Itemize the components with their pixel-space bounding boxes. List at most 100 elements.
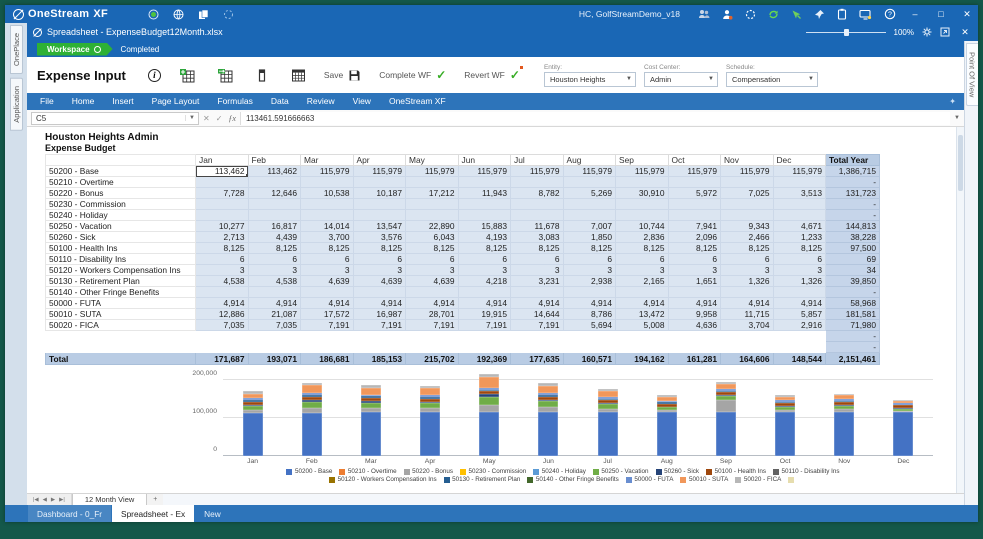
ribbon-tab-page-layout[interactable]: Page Layout: [143, 93, 209, 110]
cell[interactable]: 7,007: [562, 220, 616, 232]
cell[interactable]: 115,979: [300, 165, 354, 177]
minimize-button[interactable]: –: [908, 9, 922, 19]
user-icon[interactable]: [722, 9, 733, 20]
cell[interactable]: 4,914: [352, 297, 406, 309]
info-icon[interactable]: i: [147, 68, 161, 82]
cell[interactable]: [300, 209, 354, 221]
cell[interactable]: [405, 176, 459, 188]
cell[interactable]: 7,191: [510, 319, 564, 331]
cell[interactable]: [510, 330, 564, 342]
cell[interactable]: 2,096: [667, 231, 721, 243]
column-header[interactable]: Dec: [772, 154, 826, 166]
cell[interactable]: 28,701: [405, 308, 459, 320]
cell[interactable]: [247, 286, 301, 298]
row-label[interactable]: 50210 - Overtime: [45, 176, 196, 188]
cell[interactable]: [405, 341, 459, 353]
cell[interactable]: 2,165: [615, 275, 669, 287]
insert-function-icon[interactable]: ƒx: [228, 114, 236, 123]
formula-input[interactable]: 113461.591666663: [239, 111, 951, 125]
cell[interactable]: 5,008: [615, 319, 669, 331]
cell[interactable]: [615, 209, 669, 221]
total-cell[interactable]: 160,571: [562, 352, 616, 365]
total-cell[interactable]: 194,162: [615, 352, 669, 365]
cell[interactable]: [772, 341, 826, 353]
cell[interactable]: [352, 286, 406, 298]
row-label[interactable]: 50230 - Commission: [45, 198, 196, 210]
cell[interactable]: 21,087: [247, 308, 301, 320]
enter-formula-icon[interactable]: ✓: [216, 114, 223, 123]
column-header[interactable]: Nov: [720, 154, 774, 166]
next-sheet-icon[interactable]: ▶: [51, 497, 55, 503]
total-cell[interactable]: 58,968: [825, 297, 880, 309]
cell[interactable]: 11,715: [720, 308, 774, 320]
cell[interactable]: [562, 198, 616, 210]
total-cell[interactable]: 34: [825, 264, 880, 276]
total-cell[interactable]: -: [825, 176, 880, 188]
row-label[interactable]: 50130 - Retirement Plan: [45, 275, 196, 287]
cell[interactable]: [405, 209, 459, 221]
cell[interactable]: 4,914: [405, 297, 459, 309]
cell[interactable]: [195, 198, 249, 210]
row-label[interactable]: 50120 - Workers Compensation Ins: [45, 264, 196, 276]
cell[interactable]: 6: [247, 253, 301, 265]
row-label[interactable]: 50250 - Vacation: [45, 220, 196, 232]
total-cell[interactable]: -: [825, 330, 880, 342]
cell[interactable]: [195, 176, 249, 188]
cell[interactable]: 5,269: [562, 187, 616, 199]
row-label[interactable]: 50020 - FICA: [45, 319, 196, 331]
cell[interactable]: 17,212: [405, 187, 459, 199]
table-green-column-icon[interactable]: [179, 68, 195, 83]
cell[interactable]: 4,914: [195, 297, 249, 309]
total-cell[interactable]: 69: [825, 253, 880, 265]
cell[interactable]: 10,744: [615, 220, 669, 232]
cell[interactable]: [772, 330, 826, 342]
cell[interactable]: [510, 286, 564, 298]
cell[interactable]: 7,191: [457, 319, 511, 331]
cell[interactable]: 22,890: [405, 220, 459, 232]
cell[interactable]: 16,987: [352, 308, 406, 320]
cell[interactable]: 2,938: [562, 275, 616, 287]
pin-icon[interactable]: [814, 9, 825, 20]
cell[interactable]: 8,125: [300, 242, 354, 254]
bottom-tab-spreadsheet-ex[interactable]: Spreadsheet - Ex: [112, 505, 195, 522]
column-header[interactable]: Apr: [352, 154, 406, 166]
ribbon-tab-data[interactable]: Data: [262, 93, 298, 110]
cell[interactable]: 8,125: [405, 242, 459, 254]
cell[interactable]: [615, 341, 669, 353]
cursor-icon[interactable]: [791, 9, 802, 20]
total-cell[interactable]: 185,153: [352, 352, 406, 365]
copy-pages-icon[interactable]: [198, 9, 209, 20]
cell[interactable]: 7,035: [247, 319, 301, 331]
cell[interactable]: 8,125: [195, 242, 249, 254]
save-button[interactable]: Save: [324, 69, 361, 82]
cell[interactable]: [195, 330, 249, 342]
schedule-dropdown[interactable]: Compensation ▼: [725, 71, 818, 87]
cell[interactable]: 3: [300, 264, 354, 276]
cell[interactable]: [300, 341, 354, 353]
cell[interactable]: 3,083: [510, 231, 564, 243]
cell[interactable]: 6: [457, 253, 511, 265]
row-label[interactable]: 50140 - Other Fringe Benefits: [45, 286, 196, 298]
cell[interactable]: [562, 286, 616, 298]
entity-dropdown[interactable]: Houston Heights ▼: [543, 71, 636, 87]
cell[interactable]: 13,472: [615, 308, 669, 320]
cell[interactable]: 3: [667, 264, 721, 276]
cell[interactable]: [352, 209, 406, 221]
column-header[interactable]: May: [405, 154, 459, 166]
zoom-slider-thumb[interactable]: [843, 28, 849, 36]
cell[interactable]: 8,125: [667, 242, 721, 254]
cell[interactable]: [247, 209, 301, 221]
total-cell[interactable]: 181,581: [825, 308, 880, 320]
users-icon[interactable]: [698, 9, 710, 20]
cell[interactable]: 4,636: [667, 319, 721, 331]
total-cell[interactable]: 193,071: [247, 352, 301, 365]
refresh-icon[interactable]: [768, 9, 779, 20]
settings-gear-icon[interactable]: [922, 27, 932, 37]
cell[interactable]: 115,979: [510, 165, 564, 177]
cell[interactable]: 10,187: [352, 187, 406, 199]
add-sheet-button[interactable]: +: [147, 494, 163, 505]
cell[interactable]: 8,125: [772, 242, 826, 254]
ribbon-tab-review[interactable]: Review: [298, 93, 344, 110]
cell[interactable]: [562, 330, 616, 342]
column-header[interactable]: Oct: [667, 154, 721, 166]
